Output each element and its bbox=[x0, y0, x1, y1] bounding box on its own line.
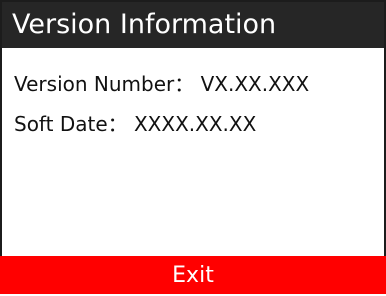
exit-button[interactable]: Exit bbox=[0, 256, 386, 294]
soft-date-label: Soft Date bbox=[14, 112, 108, 136]
version-info-screen: Version Information Version Number： VX.X… bbox=[0, 0, 386, 294]
soft-date-value: XXXX.XX.XX bbox=[133, 112, 257, 136]
version-number-label: Version Number bbox=[14, 72, 175, 96]
info-panel: Version Number： VX.XX.XXX Soft Date： XXX… bbox=[2, 48, 384, 256]
soft-date-separator: ： bbox=[107, 112, 128, 136]
soft-date-row: Soft Date： XXXX.XX.XX bbox=[14, 108, 256, 137]
page-title: Version Information bbox=[2, 2, 384, 48]
version-number-row: Version Number： VX.XX.XXX bbox=[14, 68, 309, 97]
version-number-value: VX.XX.XXX bbox=[200, 72, 310, 96]
version-number-separator: ： bbox=[174, 72, 195, 96]
